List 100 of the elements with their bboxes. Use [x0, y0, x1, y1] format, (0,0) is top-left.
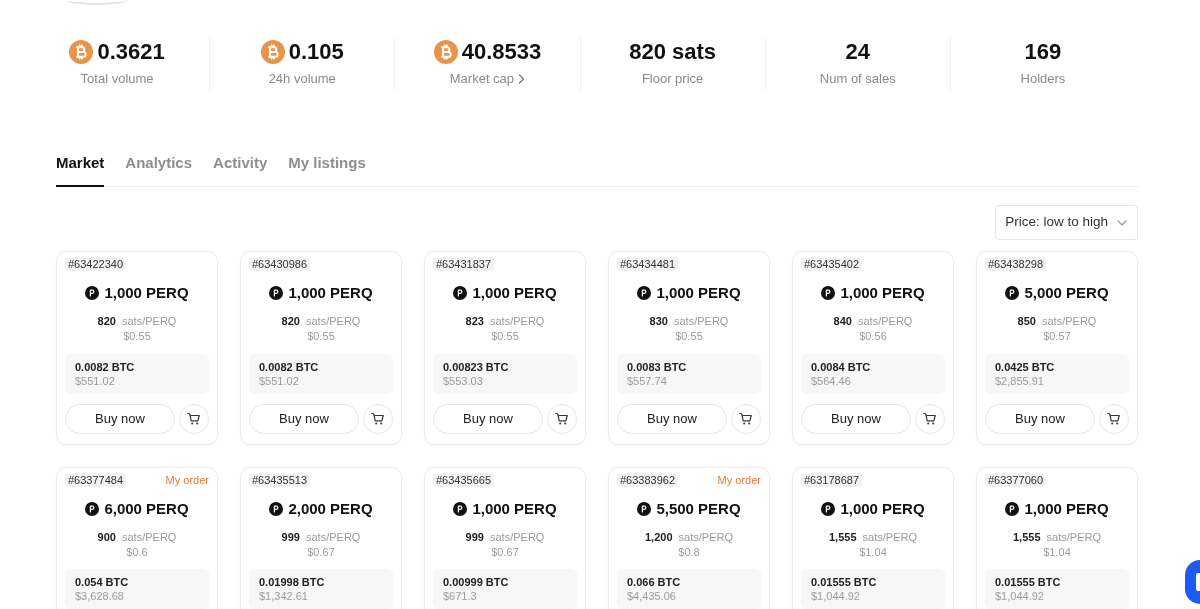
sort-dropdown[interactable]: Price: low to high	[995, 205, 1138, 240]
token-icon	[453, 286, 468, 300]
buy-button[interactable]: Buy now	[985, 403, 1095, 434]
unit-price: 900	[97, 530, 116, 543]
cart-button[interactable]	[547, 403, 577, 434]
price-unit: sats/PERQ	[306, 315, 361, 327]
total-usd: $557.74	[627, 374, 667, 387]
buy-button[interactable]: Buy now	[65, 403, 175, 434]
cart-button[interactable]	[915, 403, 945, 434]
token-icon	[1005, 286, 1020, 300]
stat-value: 0.3621	[97, 38, 165, 66]
unit-price: 820	[281, 315, 300, 327]
unit-usd-price: $0.57	[1043, 330, 1071, 342]
total-usd: $553.03	[443, 374, 483, 387]
unit-price: 850	[1017, 315, 1036, 327]
price-unit: sats/PERQ	[490, 315, 545, 327]
floating-button[interactable]	[1185, 560, 1200, 604]
listing-id: #63435513	[249, 472, 311, 487]
listing-id: #63422340	[65, 257, 127, 271]
token-icon	[85, 501, 100, 516]
listing-id: #63178687	[801, 472, 863, 487]
listing-id: #63431837	[433, 257, 495, 271]
listing-id: #63377484	[65, 472, 127, 487]
cart-icon	[739, 411, 753, 426]
unit-usd-price: $1.04	[1043, 545, 1071, 558]
token-amount: 1,000 PERQ	[472, 283, 557, 303]
unit-usd-price: $0.55	[675, 330, 703, 342]
order-label: My order	[165, 472, 209, 487]
price-unit: sats/PERQ	[1042, 315, 1097, 327]
unit-price: 1,555	[1013, 530, 1041, 543]
total-btc: 0.0082 BTC	[75, 360, 135, 373]
price-unit: sats/PERQ	[862, 530, 917, 543]
token-amount: 6,000 PERQ	[104, 498, 189, 519]
token-amount: 1,000 PERQ	[656, 283, 741, 303]
price-unit: sats/PERQ	[122, 530, 177, 543]
buy-button[interactable]: Buy now	[617, 403, 727, 434]
unit-price: 999	[281, 530, 300, 543]
unit-usd-price: $0.67	[491, 545, 519, 558]
cart-icon	[1107, 411, 1121, 426]
cart-icon	[555, 411, 569, 426]
token-icon	[269, 286, 284, 300]
total-btc: 0.0082 BTC	[259, 360, 319, 373]
unit-usd-price: $1.04	[859, 545, 887, 558]
chevron-right-icon	[518, 74, 526, 84]
stat-value: 820 sats	[629, 38, 717, 66]
unit-price: 1,555	[829, 530, 857, 543]
total-usd: $4,435.06	[627, 590, 676, 602]
cart-button[interactable]	[731, 403, 761, 434]
cart-button[interactable]	[363, 403, 393, 434]
buy-button[interactable]: Buy now	[249, 403, 359, 434]
tab[interactable]: Market	[56, 153, 105, 187]
buy-button[interactable]: Buy now	[801, 403, 911, 434]
bitcoin-icon	[260, 40, 285, 64]
price-unit: sats/PERQ	[122, 315, 177, 327]
buy-button[interactable]: Buy now	[433, 403, 543, 434]
listing-id: #63430986	[249, 257, 311, 271]
token-amount: 1,000 PERQ	[104, 283, 189, 303]
stat-link[interactable]: Market cap	[449, 70, 526, 88]
listing-id: #63438298	[985, 257, 1047, 271]
price-unit: sats/PERQ	[858, 315, 913, 327]
total-usd: $1,044.92	[811, 590, 860, 602]
token-icon	[821, 286, 836, 300]
cart-icon	[187, 411, 201, 426]
cart-icon	[923, 411, 937, 426]
cart-button[interactable]	[1099, 403, 1129, 434]
stat-label: Num of sales	[819, 70, 896, 88]
cart-button[interactable]	[179, 403, 209, 434]
unit-price: 823	[465, 315, 484, 327]
total-usd: $3,628.68	[75, 590, 124, 602]
stat-label: Holders	[1020, 70, 1066, 88]
total-btc: 0.0084 BTC	[811, 360, 871, 373]
order-label: My order	[717, 472, 761, 487]
total-btc: 0.01998 BTC	[259, 576, 325, 588]
unit-price: 840	[833, 315, 852, 327]
unit-usd-price: $0.6	[126, 545, 148, 558]
chevron-down-icon	[1117, 219, 1127, 226]
total-usd: $2,855.91	[995, 374, 1044, 387]
token-amount: 1,000 PERQ	[840, 498, 925, 519]
price-unit: sats/PERQ	[490, 530, 545, 543]
token-icon	[453, 501, 468, 516]
unit-price: 830	[649, 315, 668, 327]
total-usd: $1,342.61	[259, 590, 308, 602]
token-icon	[85, 286, 100, 300]
token-amount: 2,000 PERQ	[288, 498, 373, 519]
total-btc: 0.00999 BTC	[443, 576, 509, 588]
bitcoin-icon	[69, 40, 94, 64]
listing-id: #63435402	[801, 257, 863, 271]
total-btc: 0.01555 BTC	[995, 576, 1061, 588]
token-amount: 1,000 PERQ	[840, 283, 925, 303]
total-btc: 0.066 BTC	[627, 576, 681, 588]
unit-usd-price: $0.8	[678, 545, 700, 558]
stat-value: 40.8533	[461, 38, 542, 66]
total-usd: $1,044.92	[995, 590, 1044, 602]
stat-label: Floor price	[641, 70, 704, 88]
unit-usd-price: $0.56	[859, 330, 887, 342]
unit-price: 1,200	[645, 530, 673, 543]
token-amount: 5,500 PERQ	[656, 498, 741, 519]
unit-usd-price: $0.67	[307, 545, 335, 558]
unit-usd-price: $0.55	[491, 330, 519, 342]
cart-icon	[371, 411, 385, 426]
